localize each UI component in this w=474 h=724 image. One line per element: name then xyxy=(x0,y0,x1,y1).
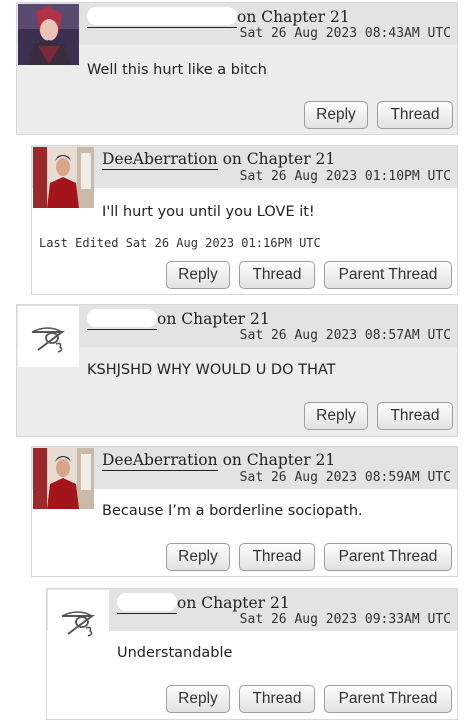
comment-byline: on Chapter 21 xyxy=(87,309,270,330)
comment-text: I'll hurt you until you LOVE it! xyxy=(102,204,315,220)
thread-button[interactable]: Thread xyxy=(239,261,315,289)
redacted-username xyxy=(87,7,237,25)
reply-button[interactable]: Reply xyxy=(166,261,230,289)
comment-date: Sat 26 Aug 2023 08:43AM UTC xyxy=(239,26,451,41)
parent-thread-button[interactable]: Parent Thread xyxy=(324,685,452,713)
default-avatar-icon xyxy=(18,306,79,367)
thread-button[interactable]: Thread xyxy=(239,685,315,713)
comment-author-link[interactable] xyxy=(87,7,237,28)
comment-text: Well this hurt like a bitch xyxy=(87,62,267,78)
comment: DeeAberration on Chapter 21 Sat 26 Aug 2… xyxy=(31,145,458,295)
comment: on Chapter 21 Sat 26 Aug 2023 08:43AM UT… xyxy=(16,2,458,135)
comment: on Chapter 21 Sat 26 Aug 2023 08:57AM UT… xyxy=(16,304,458,437)
default-avatar-icon xyxy=(48,590,109,651)
thread-button[interactable]: Thread xyxy=(377,402,453,430)
thread-button[interactable]: Thread xyxy=(377,101,453,129)
comment-text: Understandable xyxy=(117,645,233,661)
comment-text: KSHJSHD WHY WOULD U DO THAT xyxy=(87,362,336,378)
comment-author-link[interactable]: DeeAberration xyxy=(102,451,218,471)
reply-button[interactable]: Reply xyxy=(166,543,230,571)
avatar[interactable] xyxy=(18,4,79,65)
avatar[interactable] xyxy=(18,306,79,367)
author-avatar-image xyxy=(33,147,94,208)
comment-date: Sat 26 Aug 2023 08:59AM UTC xyxy=(239,470,451,485)
anime-avatar-image xyxy=(18,4,79,65)
redacted-username xyxy=(117,593,177,611)
comment-author-link[interactable] xyxy=(87,309,157,330)
reply-button[interactable]: Reply xyxy=(166,685,230,713)
comment: on Chapter 21 Sat 26 Aug 2023 09:33AM UT… xyxy=(46,588,458,720)
comment-byline: DeeAberration on Chapter 21 xyxy=(102,150,336,170)
comment-author-link[interactable]: DeeAberration xyxy=(102,150,218,170)
comment-date: Sat 26 Aug 2023 01:10PM UTC xyxy=(239,169,451,184)
last-edited-note: Last Edited Sat 26 Aug 2023 01:16PM UTC xyxy=(39,236,321,250)
thread-button[interactable]: Thread xyxy=(239,543,315,571)
comment: DeeAberration on Chapter 21 Sat 26 Aug 2… xyxy=(31,446,458,577)
avatar[interactable] xyxy=(48,590,109,651)
chapter-ref: on Chapter 21 xyxy=(237,8,350,26)
chapter-ref: on Chapter 21 xyxy=(157,310,270,328)
comment-author-link[interactable] xyxy=(117,593,177,614)
avatar[interactable] xyxy=(33,147,94,208)
reply-button[interactable]: Reply xyxy=(304,402,368,430)
avatar[interactable] xyxy=(33,448,94,509)
comment-byline: on Chapter 21 xyxy=(87,7,350,28)
comment-text: Because I’m a borderline sociopath. xyxy=(102,503,363,519)
comment-byline: on Chapter 21 xyxy=(117,593,290,614)
author-avatar-image xyxy=(33,448,94,509)
chapter-ref: on Chapter 21 xyxy=(222,451,336,469)
chapter-ref: on Chapter 21 xyxy=(222,150,336,168)
parent-thread-button[interactable]: Parent Thread xyxy=(324,543,452,571)
comment-date: Sat 26 Aug 2023 08:57AM UTC xyxy=(239,328,451,343)
comment-byline: DeeAberration on Chapter 21 xyxy=(102,451,336,471)
redacted-username xyxy=(87,309,157,327)
reply-button[interactable]: Reply xyxy=(304,101,368,129)
comment-date: Sat 26 Aug 2023 09:33AM UTC xyxy=(239,612,451,627)
parent-thread-button[interactable]: Parent Thread xyxy=(324,261,452,289)
chapter-ref: on Chapter 21 xyxy=(177,594,290,612)
